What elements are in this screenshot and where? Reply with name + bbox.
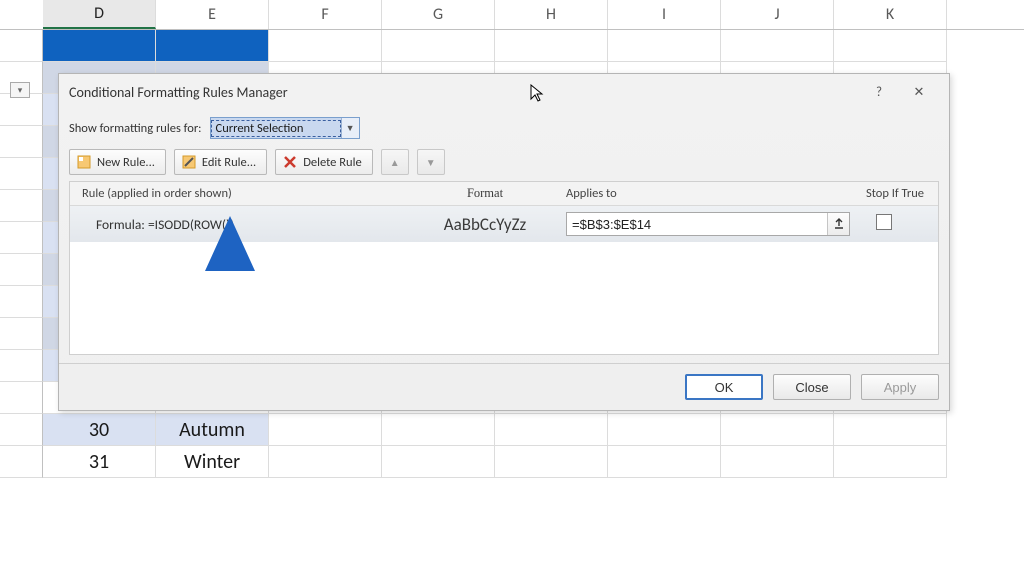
rule-format-sample: AaBbCcYyZz xyxy=(410,214,560,235)
column-header[interactable]: F xyxy=(269,0,382,29)
grid-cell[interactable] xyxy=(495,446,608,478)
ok-button[interactable]: OK xyxy=(685,374,763,400)
move-down-button[interactable]: ▼ xyxy=(417,149,445,175)
grid-cell[interactable] xyxy=(608,446,721,478)
dialog-titlebar: Conditional Formatting Rules Manager ? ✕ xyxy=(59,74,949,110)
chevron-down-icon: ▼ xyxy=(341,118,359,138)
column-header[interactable]: I xyxy=(608,0,721,29)
header-format: Format xyxy=(410,186,560,201)
help-button[interactable]: ? xyxy=(859,80,899,104)
apply-button[interactable]: Apply xyxy=(861,374,939,400)
show-for-combobox[interactable]: Current Selection ▼ xyxy=(210,117,360,139)
grid-cell[interactable] xyxy=(721,446,834,478)
grid-cell[interactable] xyxy=(156,30,269,62)
range-picker-button[interactable] xyxy=(827,213,849,235)
column-header[interactable]: J xyxy=(721,0,834,29)
grid-cell[interactable] xyxy=(382,414,495,446)
column-header[interactable]: H xyxy=(495,0,608,29)
close-icon: ✕ xyxy=(914,85,925,100)
delete-rule-label: Delete Rule xyxy=(303,155,361,170)
grid-cell[interactable] xyxy=(608,30,721,62)
show-for-value: Current Selection xyxy=(211,120,341,137)
grid-cell[interactable] xyxy=(834,414,947,446)
grid-cell[interactable] xyxy=(608,414,721,446)
chevron-up-icon: ▲ xyxy=(390,156,400,169)
column-header[interactable]: D xyxy=(43,0,156,29)
grid-cell[interactable]: Autumn xyxy=(156,414,269,446)
dialog-footer: OK Close Apply xyxy=(59,363,949,410)
table-row: 31Winter xyxy=(0,446,1024,478)
grid-cell[interactable]: 30 xyxy=(43,414,156,446)
grid-cell[interactable] xyxy=(382,30,495,62)
new-rule-button[interactable]: New Rule... xyxy=(69,149,166,175)
edit-rule-icon xyxy=(181,154,197,170)
grid-cell[interactable] xyxy=(269,30,382,62)
applies-to-input-wrap xyxy=(566,212,850,236)
range-picker-icon xyxy=(832,217,846,231)
close-button[interactable]: Close xyxy=(773,374,851,400)
chevron-down-icon: ▼ xyxy=(426,156,436,169)
grid-cell[interactable]: 31 xyxy=(43,446,156,478)
move-up-button[interactable]: ▲ xyxy=(381,149,409,175)
header-stop: Stop If True xyxy=(850,186,938,201)
column-header[interactable]: E xyxy=(156,0,269,29)
delete-rule-button[interactable]: Delete Rule xyxy=(275,149,372,175)
header-applies-to: Applies to xyxy=(560,186,850,201)
header-rule: Rule (applied in order shown) xyxy=(70,186,410,201)
column-header[interactable]: K xyxy=(834,0,947,29)
column-headers-row: DEFGHIJK xyxy=(0,0,1024,30)
new-rule-icon xyxy=(76,154,92,170)
table-row xyxy=(0,30,1024,62)
edit-rule-button[interactable]: Edit Rule... xyxy=(174,149,267,175)
grid-cell[interactable] xyxy=(834,446,947,478)
grid-cell[interactable] xyxy=(382,446,495,478)
rules-table-header: Rule (applied in order shown) Format App… xyxy=(70,182,938,206)
applies-to-input[interactable] xyxy=(567,217,827,232)
stop-if-true-checkbox[interactable] xyxy=(876,214,892,230)
annotation-arrow-icon xyxy=(200,216,260,390)
rule-stop-cell xyxy=(850,214,938,234)
table-row: 30Autumn xyxy=(0,414,1024,446)
grid-cell[interactable] xyxy=(721,414,834,446)
rule-applies-to-cell xyxy=(560,212,850,236)
close-window-button[interactable]: ✕ xyxy=(899,80,939,104)
dialog-title: Conditional Formatting Rules Manager xyxy=(69,84,288,101)
show-for-label: Show formatting rules for: xyxy=(69,121,202,136)
edit-rule-label: Edit Rule... xyxy=(202,155,256,170)
grid-cell[interactable] xyxy=(834,30,947,62)
conditional-formatting-dialog: Conditional Formatting Rules Manager ? ✕… xyxy=(58,73,950,411)
help-icon: ? xyxy=(876,85,882,100)
name-box-dropdown-icon[interactable]: ▾ xyxy=(10,82,30,98)
new-rule-label: New Rule... xyxy=(97,155,155,170)
grid-cell[interactable] xyxy=(43,30,156,62)
grid-cell[interactable] xyxy=(721,30,834,62)
cursor-icon xyxy=(530,84,544,106)
grid-cell[interactable] xyxy=(269,414,382,446)
delete-rule-icon xyxy=(282,154,298,170)
grid-cell[interactable] xyxy=(269,446,382,478)
rules-toolbar: New Rule... Edit Rule... Delete Rule ▲ ▼ xyxy=(69,147,939,181)
column-header[interactable]: G xyxy=(382,0,495,29)
grid-cell[interactable] xyxy=(495,414,608,446)
grid-cell[interactable] xyxy=(495,30,608,62)
grid-cell[interactable]: Winter xyxy=(156,446,269,478)
